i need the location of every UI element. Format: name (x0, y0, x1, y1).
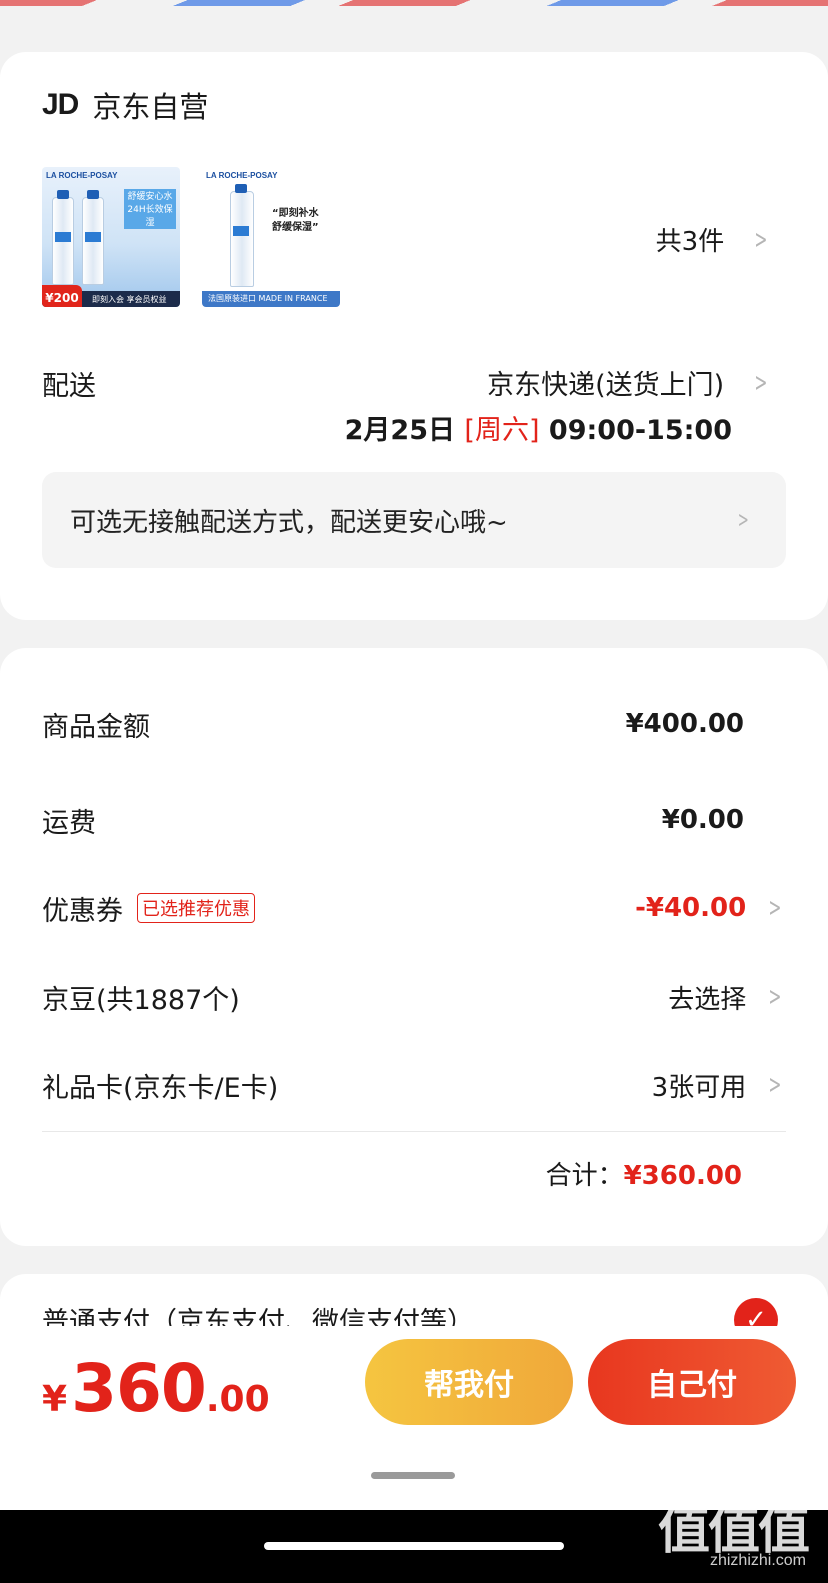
product-brand: LA ROCHE-POSAY (206, 171, 278, 180)
final-price: ¥ 360 .00 (42, 1350, 270, 1427)
delivery-label: 配送 (42, 371, 96, 402)
price-decimal: .00 (205, 1379, 270, 1420)
shipping-row: 运费 ¥0.00 (42, 795, 786, 845)
product-slogan: “即刻补水 舒缓保湿” (272, 207, 319, 235)
nav-gesture-pill[interactable] (264, 1542, 564, 1550)
airmail-mask (0, 6, 828, 28)
goods-amount-value: ¥400.00 (625, 709, 744, 739)
contactless-delivery-notice[interactable]: 可选无接触配送方式，配送更安心哦~ > (42, 472, 786, 568)
jd-beans-row[interactable]: 京豆(共1887个) 去选择 > (42, 972, 786, 1022)
shipping-value: ¥0.00 (661, 805, 744, 835)
home-indicator[interactable] (371, 1472, 455, 1479)
item-count-link[interactable]: 共3件 > (656, 221, 772, 258)
chevron-right-icon: > (768, 893, 782, 923)
shop-header: JD 京东自营 (42, 84, 208, 126)
delivery-time-range: 09:00-15:00 (548, 415, 732, 446)
product-slogan-line: “即刻补水 (272, 208, 319, 219)
chevron-right-icon: > (754, 224, 768, 255)
chevron-right-icon: > (768, 982, 782, 1012)
divider (42, 1131, 786, 1132)
gift-card-row[interactable]: 礼品卡(京东卡/E卡) 3张可用 > (42, 1060, 786, 1110)
coupon-badge: 已选推荐优惠 (137, 893, 255, 923)
jd-beans-action: 去选择 (668, 984, 747, 1015)
total-row: 合计： ¥360.00 (546, 1155, 742, 1192)
help-me-pay-button[interactable]: 帮我付 (365, 1339, 573, 1425)
product-thumb-2[interactable]: LA ROCHE-POSAY “即刻补水 舒缓保湿” 法国原装进口 MADE I… (202, 167, 340, 307)
shipping-label: 运费 (42, 807, 96, 839)
product-tag: 舒缓安心水 24H长效保湿 (124, 189, 176, 229)
pay-myself-button[interactable]: 自己付 (588, 1339, 796, 1425)
total-label: 合计： (545, 1161, 624, 1191)
chevron-right-icon: > (737, 507, 749, 533)
coupon-row[interactable]: 优惠券 已选推荐优惠 -¥40.00 > (42, 883, 786, 933)
total-value: ¥360.00 (623, 1161, 742, 1191)
delivery-time[interactable]: 2月25日 [周六] 09:00-15:00 (345, 408, 732, 447)
delivery-method: 京东快递(送货上门) (487, 370, 725, 401)
watermark-url: zhizhizhi.com (709, 1552, 806, 1569)
product-thumb-1[interactable]: LA ROCHE-POSAY 舒缓安心水 24H长效保湿 即刻入会 享会员权益 … (42, 167, 180, 307)
gift-card-value: 3张可用 (651, 1072, 747, 1103)
price-integer: 360 (71, 1350, 207, 1427)
product-slogan-line: 舒缓保湿” (272, 222, 319, 233)
goods-amount-row: 商品金额 ¥400.00 (42, 699, 786, 749)
notice-text: 可选无接触配送方式，配送更安心哦~ (70, 507, 508, 538)
bottle-image (52, 190, 74, 285)
jd-logo: JD (42, 88, 79, 121)
delivery-weekday: [周六] (464, 415, 540, 446)
shop-name: 京东自营 (92, 90, 209, 124)
goods-amount-label: 商品金额 (42, 711, 150, 743)
item-count: 共3件 (655, 227, 725, 257)
chevron-right-icon: > (768, 1070, 782, 1100)
delivery-method-link[interactable]: 京东快递(送货上门) > (487, 363, 772, 402)
coupon-label: 优惠券 (42, 895, 123, 927)
product-banner-text: 即刻入会 享会员权益 (92, 295, 167, 304)
product-price-tag: ¥200 (42, 285, 82, 307)
price-currency: ¥ (42, 1379, 68, 1420)
bottle-image (230, 184, 254, 287)
chevron-right-icon: > (754, 367, 768, 398)
delivery-date: 2月25日 (344, 415, 456, 446)
bottle-image (82, 190, 104, 285)
jd-beans-label: 京豆(共1887个) (42, 984, 240, 1016)
product-brand: LA ROCHE-POSAY (46, 171, 118, 180)
product-banner: 法国原装进口 MADE IN FRANCE (202, 291, 340, 307)
gift-card-label: 礼品卡(京东卡/E卡) (42, 1072, 279, 1104)
coupon-value: -¥40.00 (635, 893, 747, 923)
